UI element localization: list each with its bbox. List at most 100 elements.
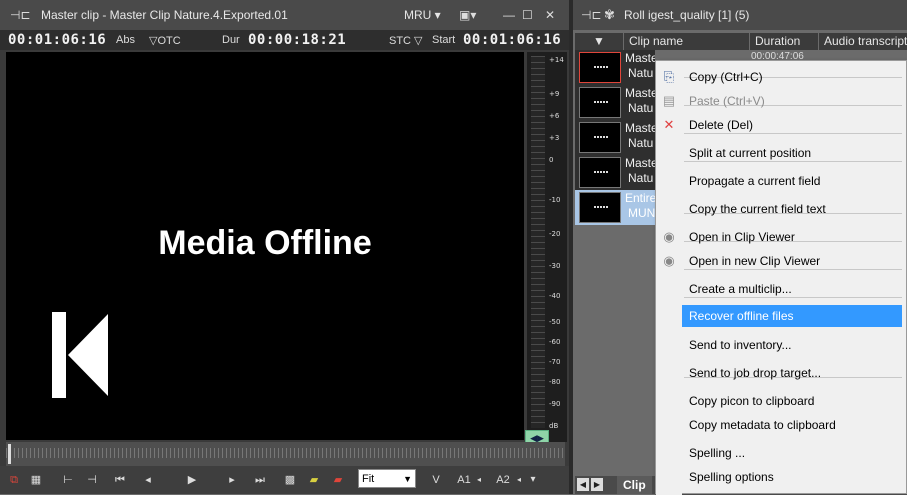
clip-row[interactable]: Master ClipNatu (575, 50, 655, 85)
menu-item-open-in-new-clip-viewer[interactable]: Open in new Clip Viewer (682, 250, 902, 272)
menu-item-copy-ctrl-c[interactable]: Copy (Ctrl+C) (682, 66, 902, 88)
meter-tick-label: +9 (549, 90, 560, 98)
pin-icon[interactable]: ⊣⊏ (581, 8, 602, 22)
clip-name: Master ClipNatu (625, 51, 655, 81)
layout-icon[interactable]: ▣▾ (459, 8, 476, 22)
chevron-down-icon[interactable]: ▾ (528, 472, 538, 488)
menu-item-propagate-a-current-field[interactable]: Propagate a current field (682, 170, 902, 192)
clip-name: Maste Natu (625, 86, 655, 116)
overlay-yellow-icon[interactable]: ▰ (306, 472, 322, 488)
transport-toolbar: ⧉ ▦ ⊢ ⊣ ⏮ ◂ ▶ ▸ ⏭ ▩ ▰ ▰ V A1 ◂ A2 ◂ ▾ (0, 466, 569, 494)
menu-item-copy-the-current-field-text[interactable]: Copy the current field text (682, 198, 902, 220)
mark-in-icon[interactable]: ⊢ (60, 472, 76, 488)
sort-column[interactable]: ▼ (575, 33, 624, 50)
clip-name-line: Maste (625, 86, 655, 100)
media-offline-logo-icon (52, 312, 108, 398)
meter-tick-label: dB (549, 422, 559, 430)
clip-thumbnail[interactable] (579, 157, 621, 188)
scrub-track[interactable] (6, 448, 565, 458)
menu-item-open-in-clip-viewer[interactable]: Open in Clip Viewer (682, 226, 902, 248)
step-back-icon[interactable]: ◂ (140, 472, 156, 488)
meter-tick-label: +3 (549, 134, 560, 142)
meter-tick-label: -90 (549, 400, 561, 408)
mru-dropdown[interactable]: MRU ▾ (404, 8, 441, 22)
clip-thumbnail[interactable] (579, 52, 621, 83)
clip-name-line: Natu (628, 101, 654, 115)
scroll-right-icon[interactable]: ▶ (591, 478, 603, 491)
pin-icon[interactable]: ⊣⊏ (10, 8, 31, 22)
chevron-left-icon[interactable]: ◂ (474, 472, 484, 488)
chevron-left-icon[interactable]: ◂ (514, 472, 524, 488)
loop-icon[interactable]: ⧉ (6, 472, 22, 488)
tab-clip[interactable]: Clip (617, 476, 652, 494)
column-audio-transcript[interactable]: Audio transcript (820, 33, 907, 50)
go-to-out-icon[interactable]: ⏭ (252, 472, 268, 488)
timecode-bar: 00:01:06:16 Abs ▽OTC Dur 00:00:18:21 STC… (0, 30, 569, 50)
play-icon[interactable]: ▶ (184, 472, 200, 488)
maximize-icon[interactable]: ☐ (522, 8, 533, 22)
overlay-red-icon[interactable]: ▰ (330, 472, 346, 488)
zoom-fit-value: Fit (362, 473, 375, 485)
go-to-in-icon[interactable]: ⏮ (112, 472, 128, 488)
clip-name-line: Natu (628, 66, 654, 80)
meter-bar (531, 56, 545, 428)
start-label: Start (432, 34, 456, 46)
video-display[interactable]: Media Offline (6, 52, 524, 440)
clip-thumbnail[interactable] (579, 122, 621, 153)
menu-item-split-at-current-position[interactable]: Split at current position (682, 142, 902, 164)
menu-item-send-to-inventory[interactable]: Send to inventory... (682, 334, 902, 356)
clip-thumbnail[interactable] (579, 192, 621, 223)
grid-icon[interactable]: ▦ (28, 472, 44, 488)
film-reel-icon: ✾ (604, 7, 615, 22)
meter-tick-label: -60 (549, 338, 561, 346)
column-clip-name[interactable]: Clip name (625, 33, 750, 50)
meter-tick-label: +6 (549, 112, 560, 120)
step-forward-icon[interactable]: ▸ (224, 472, 240, 488)
position-timecode[interactable]: 00:01:06:16 (8, 32, 106, 48)
roll-title: Roll igest_quality [1] (5) (624, 8, 750, 22)
menu-item-recover-offline-files[interactable]: Recover offline files (682, 305, 902, 327)
clip-row[interactable]: Maste Natu (575, 85, 655, 120)
menu-item-send-to-job-drop-target[interactable]: Send to job drop target... (682, 362, 902, 384)
menu-item-spelling[interactable]: Spelling ... (682, 442, 902, 464)
mark-out-icon[interactable]: ⊣ (84, 472, 100, 488)
menu-item-delete-del[interactable]: Delete (Del) (682, 114, 902, 136)
clip-name-line: Master Clip (625, 51, 655, 65)
safe-area-icon[interactable]: ▩ (282, 472, 298, 488)
scrub-bar[interactable] (6, 442, 565, 466)
audio-level-meter: +14 +9 +6 +3 0 -10 -20 -30 -40 -50 -60 -70 -80 -90 dB (527, 52, 567, 442)
stc-dropdown[interactable]: STC ▽ (389, 34, 423, 47)
clip-thumbnail[interactable] (579, 87, 621, 118)
chevron-down-icon: ▾ (434, 8, 441, 22)
meter-tick-label: -40 (549, 292, 561, 300)
roll-bottom-bar: ◀ ▶ Clip (575, 476, 655, 494)
eye-icon: ◉ (663, 229, 675, 244)
playhead[interactable] (8, 444, 11, 464)
column-duration[interactable]: Duration (751, 33, 819, 50)
menu-item-copy-picon-to-clipboard[interactable]: Copy picon to clipboard (682, 390, 902, 412)
meter-tick-label: -10 (549, 196, 561, 204)
menu-item-copy-metadata-to-clipboard[interactable]: Copy metadata to clipboard (682, 414, 902, 436)
master-clip-viewer: ⊣⊏ Master clip - Master Clip Nature.4.Ex… (0, 0, 569, 494)
otc-dropdown[interactable]: ▽OTC (149, 34, 181, 47)
a1-track-button[interactable]: A1 (453, 472, 475, 488)
minimize-icon[interactable]: — (503, 8, 515, 22)
menu-item-spelling-options[interactable]: Spelling options (682, 466, 902, 488)
clip-row[interactable]: Entire MUN (575, 190, 655, 225)
abs-label: Abs (116, 34, 135, 46)
menu-item-paste-ctrl-v: Paste (Ctrl+V) (689, 94, 765, 108)
close-icon[interactable]: ✕ (545, 8, 555, 22)
clip-row[interactable]: Maste Natu (575, 155, 655, 190)
video-track-button[interactable]: V (428, 472, 444, 488)
meter-tick-label: 0 (549, 156, 554, 164)
dur-label: Dur (222, 34, 240, 46)
eye-icon: ◉ (663, 253, 675, 268)
zoom-fit-select[interactable]: Fit ▼ (358, 469, 416, 488)
a2-track-button[interactable]: A2 (492, 472, 514, 488)
clip-name-line: Maste (625, 156, 655, 170)
clip-row[interactable]: Maste Natu (575, 120, 655, 155)
viewer-title: Master clip - Master Clip Nature.4.Expor… (41, 8, 288, 22)
scroll-left-icon[interactable]: ◀ (577, 478, 589, 491)
menu-item-create-a-multiclip[interactable]: Create a multiclip... (682, 278, 902, 300)
meter-tick-label: -50 (549, 318, 561, 326)
